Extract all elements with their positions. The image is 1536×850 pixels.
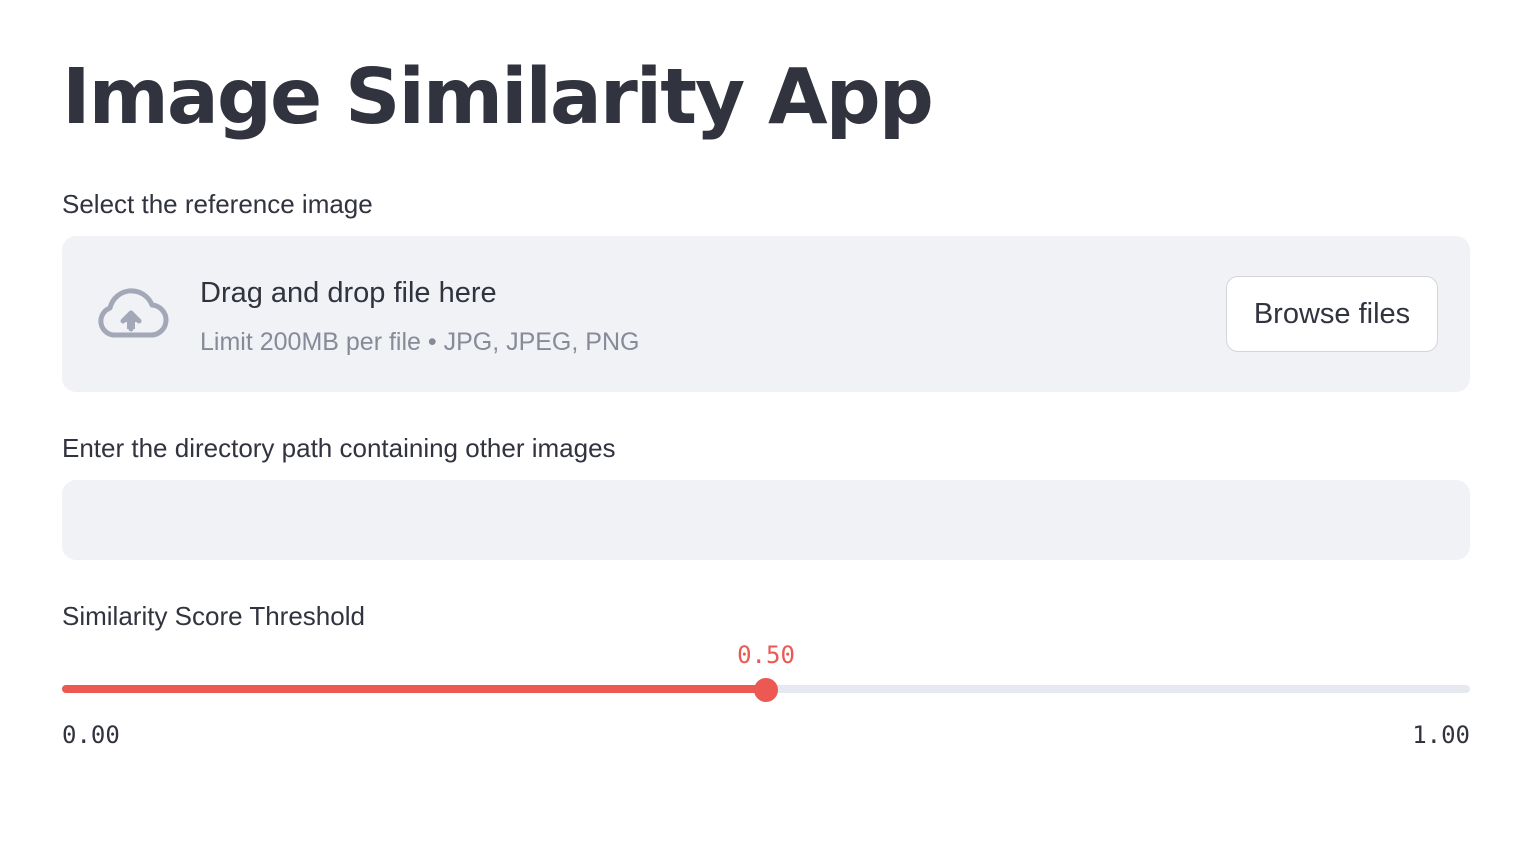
threshold-slider[interactable]: 0.50 0.00 1.00	[62, 641, 1470, 749]
slider-label: Similarity Score Threshold	[62, 601, 365, 631]
dropzone-instructions: Drag and drop file here	[200, 277, 497, 309]
slider-fill	[62, 685, 766, 693]
directory-path-input[interactable]	[62, 480, 1470, 560]
directory-label: Enter the directory path containing othe…	[62, 433, 616, 463]
cloud-upload-icon	[93, 288, 169, 340]
slider-min-label: 0.00	[62, 721, 120, 749]
slider-current-value: 0.50	[737, 641, 795, 669]
uploader-label: Select the reference image	[62, 189, 373, 219]
file-dropzone[interactable]: Drag and drop file here Limit 200MB per …	[62, 236, 1470, 392]
slider-max-label: 1.00	[1412, 721, 1470, 749]
browse-files-button[interactable]: Browse files	[1226, 276, 1438, 352]
dropzone-limits: Limit 200MB per file • JPG, JPEG, PNG	[200, 328, 640, 356]
page-title: Image Similarity App	[62, 53, 934, 142]
slider-thumb[interactable]	[754, 678, 778, 702]
